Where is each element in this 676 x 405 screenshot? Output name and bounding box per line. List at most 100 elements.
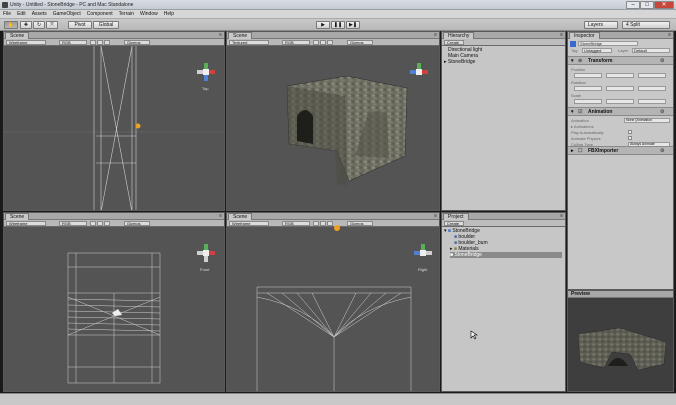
tag-dropdown[interactable]: Untagged [582, 48, 612, 53]
tab-scene[interactable]: Scene [228, 32, 253, 39]
image-toggle-icon[interactable] [97, 40, 103, 45]
color-mode-dropdown[interactable]: RGB [59, 40, 87, 45]
scale-icon: ⤧ [49, 22, 54, 28]
layers-dropdown[interactable]: Layers [584, 21, 618, 29]
menu-help[interactable]: Help [161, 10, 177, 18]
gizmos-dropdown[interactable]: Gizmos [124, 221, 150, 226]
menu-file[interactable]: File [0, 10, 14, 18]
position-x-field[interactable] [574, 73, 602, 78]
close-button[interactable]: ✕ [654, 1, 674, 9]
rotate-tool-button[interactable]: ↻ [33, 21, 45, 29]
pause-button[interactable]: ❚❚ [331, 21, 345, 29]
rotation-z-field[interactable] [638, 86, 666, 91]
image-toggle-icon[interactable] [320, 221, 326, 226]
global-toggle[interactable]: Global [93, 21, 119, 29]
gizmos-dropdown[interactable]: Gizmos [124, 40, 150, 45]
create-dropdown[interactable]: Create [444, 221, 464, 226]
object-name-field[interactable]: StoneBridge [578, 41, 638, 46]
color-mode-dropdown[interactable]: RGB [282, 40, 310, 45]
menu-assets[interactable]: Assets [29, 10, 50, 18]
audio-toggle-icon[interactable] [104, 221, 110, 226]
menu-component[interactable]: Component [84, 10, 116, 18]
layout-label: 4 Split [626, 22, 640, 28]
layout-dropdown[interactable]: 4 Split [622, 21, 670, 29]
render-mode-dropdown[interactable]: Textured [229, 40, 269, 45]
audio-toggle-icon[interactable] [327, 40, 333, 45]
move-tool-button[interactable]: ✚ [20, 21, 32, 29]
lighting-toggle-icon[interactable] [90, 40, 96, 45]
lighting-toggle-icon[interactable] [313, 40, 319, 45]
enable-checkbox-icon[interactable]: ☐ [578, 148, 582, 154]
tab-menu-icon[interactable]: ≡ [434, 32, 437, 38]
play-automatically-checkbox[interactable] [628, 130, 632, 134]
rotation-x-field[interactable] [574, 86, 602, 91]
tab-inspector[interactable]: Inspector [569, 32, 600, 39]
tab-menu-icon[interactable]: ≡ [434, 213, 437, 219]
transform-header[interactable]: ▾ ⊕ Transform ⚙ [568, 56, 673, 65]
tab-menu-icon[interactable]: ≡ [219, 32, 222, 38]
render-mode-dropdown[interactable]: Wireframe [6, 221, 46, 226]
render-mode-dropdown[interactable]: Wireframe [229, 221, 269, 226]
scene-viewport-perspective[interactable] [227, 46, 439, 210]
tab-menu-icon[interactable]: ≡ [668, 32, 671, 38]
step-button[interactable]: ▶❚ [346, 21, 360, 29]
image-toggle-icon[interactable] [320, 40, 326, 45]
render-mode-dropdown[interactable]: Wireframe [6, 40, 46, 45]
tab-scene[interactable]: Scene [5, 32, 30, 39]
scene-viewport-right[interactable]: Right [227, 227, 439, 391]
color-mode-dropdown[interactable]: RGB [282, 221, 310, 226]
tab-strip: Scene ≡ [4, 213, 224, 220]
animation-header[interactable]: ▾ ☑ Animation ⚙ [568, 107, 673, 116]
animation-clip-field[interactable]: None (Animation [624, 118, 670, 123]
menu-window[interactable]: Window [137, 10, 161, 18]
gizmos-dropdown[interactable]: Gizmos [347, 221, 373, 226]
tab-menu-icon[interactable]: ≡ [560, 213, 563, 219]
scale-x-field[interactable] [574, 99, 602, 104]
color-mode-dropdown[interactable]: RGB [59, 221, 87, 226]
component-settings-icon[interactable]: ⚙ [660, 109, 664, 115]
lighting-toggle-icon[interactable] [90, 221, 96, 226]
enable-checkbox-icon[interactable]: ☑ [578, 109, 582, 115]
tab-menu-icon[interactable]: ≡ [560, 32, 563, 38]
orientation-gizmo-icon[interactable] [194, 241, 218, 265]
tab-project[interactable]: Project [443, 213, 469, 220]
play-button[interactable]: ▶ [316, 21, 330, 29]
model-preview[interactable] [568, 298, 673, 392]
menu-edit[interactable]: Edit [14, 10, 29, 18]
tree-item-expandable[interactable]: ▸ StoneBridge [444, 59, 475, 65]
animate-physics-checkbox[interactable] [628, 136, 632, 140]
minimize-button[interactable]: – [626, 1, 640, 9]
orientation-gizmo-icon[interactable] [407, 60, 431, 84]
pivot-toggle[interactable]: Pivot [68, 21, 92, 29]
scene-viewport-top[interactable]: Top [4, 46, 224, 210]
maximize-button[interactable]: □ [640, 1, 654, 9]
audio-toggle-icon[interactable] [104, 40, 110, 45]
scene-viewport-front[interactable]: Front [4, 227, 224, 391]
component-settings-icon[interactable]: ⚙ [660, 148, 664, 154]
orientation-gizmo-icon[interactable] [194, 60, 218, 84]
position-y-field[interactable] [606, 73, 634, 78]
component-settings-icon[interactable]: ⚙ [660, 58, 664, 64]
create-dropdown[interactable]: Create [444, 40, 464, 45]
menu-gameobject[interactable]: GameObject [50, 10, 84, 18]
tab-menu-icon[interactable]: ≡ [219, 213, 222, 219]
orientation-gizmo-icon[interactable] [411, 241, 435, 265]
tab-scene[interactable]: Scene [228, 213, 253, 220]
scale-y-field[interactable] [606, 99, 634, 104]
fbx-importer-header[interactable]: ▸ ☐ FBXImporter ⚙ [568, 146, 673, 155]
rotation-label: Rotation [571, 80, 586, 85]
scale-tool-button[interactable]: ⤧ [46, 21, 58, 29]
gizmos-dropdown[interactable]: Gizmos [347, 40, 373, 45]
image-toggle-icon[interactable] [97, 221, 103, 226]
position-z-field[interactable] [638, 73, 666, 78]
layer-dropdown[interactable]: Default [632, 48, 670, 53]
tree-item-selected[interactable]: ■ StoneBridge [450, 252, 562, 258]
hand-tool-button[interactable]: ✋ [4, 21, 18, 29]
tab-hierarchy[interactable]: Hierarchy [443, 32, 475, 39]
view-orientation-label: Right [418, 267, 428, 272]
scale-z-field[interactable] [638, 99, 666, 104]
rotation-y-field[interactable] [606, 86, 634, 91]
menu-terrain[interactable]: Terrain [116, 10, 137, 18]
lighting-toggle-icon[interactable] [313, 221, 319, 226]
tab-scene[interactable]: Scene [5, 213, 30, 220]
